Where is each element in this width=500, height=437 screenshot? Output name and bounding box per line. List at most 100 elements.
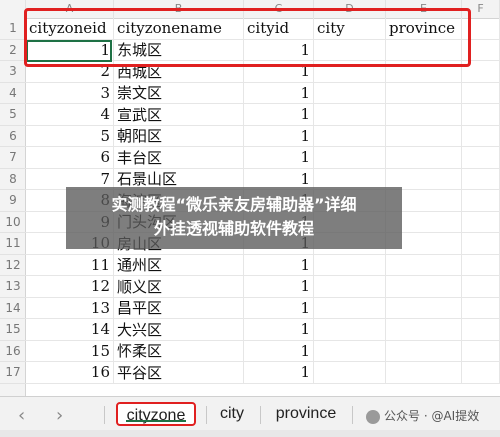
cell-cityzoneid[interactable]: 5 [26, 125, 114, 146]
tab-divider [352, 406, 353, 424]
cell-cityzoneid[interactable]: 11 [26, 254, 114, 275]
cell-cityzonename[interactable]: 石景山区 [114, 168, 244, 189]
row-number[interactable]: 15 [0, 319, 26, 341]
cell-cityid[interactable]: 1 [244, 340, 314, 361]
row-number[interactable]: 12 [0, 255, 26, 276]
cell[interactable] [314, 362, 386, 383]
cell-cityzonename[interactable]: 朝阳区 [114, 125, 244, 146]
cell[interactable] [462, 82, 500, 103]
cell-cityzonename[interactable]: 昌平区 [114, 297, 244, 318]
cell[interactable] [386, 125, 462, 146]
tab-label: province [275, 405, 337, 422]
cell[interactable] [462, 211, 500, 232]
cell[interactable] [314, 340, 386, 361]
chevron-right-icon[interactable]: › [56, 405, 63, 426]
row-number[interactable]: 10 [0, 212, 26, 233]
cell[interactable] [386, 168, 462, 189]
cell[interactable] [314, 125, 386, 146]
cell-cityzoneid[interactable]: 3 [26, 82, 114, 103]
cell[interactable] [462, 254, 500, 275]
cell-cityzonename[interactable]: 丰台区 [114, 147, 244, 168]
cell-cityzoneid[interactable]: 12 [26, 276, 114, 297]
cell[interactable] [386, 254, 462, 275]
row-number[interactable]: 2 [0, 40, 26, 61]
cell-cityid[interactable]: 1 [244, 147, 314, 168]
cell[interactable] [386, 319, 462, 340]
row-number[interactable]: 1 [0, 18, 26, 40]
cell[interactable] [314, 147, 386, 168]
cell-cityzonename[interactable]: 通州区 [114, 254, 244, 275]
cell-cityzoneid[interactable]: 7 [26, 168, 114, 189]
cell[interactable] [314, 276, 386, 297]
cell[interactable] [462, 340, 500, 361]
cell-cityzoneid[interactable]: 16 [26, 362, 114, 383]
tab-city[interactable]: city [212, 402, 252, 426]
cell[interactable] [462, 297, 500, 318]
cell-cityid[interactable]: 1 [244, 104, 314, 125]
cell[interactable] [462, 125, 500, 146]
cell-cityzoneid[interactable]: 4 [26, 104, 114, 125]
cell-cityzonename[interactable]: 平谷区 [114, 362, 244, 383]
cell[interactable] [314, 104, 386, 125]
cell[interactable] [314, 254, 386, 275]
select-all-corner[interactable] [0, 0, 26, 18]
cell[interactable] [314, 82, 386, 103]
cell[interactable] [462, 233, 500, 254]
cell[interactable] [314, 319, 386, 340]
cell[interactable] [462, 168, 500, 189]
cell-cityzonename[interactable]: 宣武区 [114, 104, 244, 125]
cell-cityzoneid[interactable]: 14 [26, 319, 114, 340]
watermark: 公众号 · @AI提效 [366, 407, 479, 424]
tab-cityzone[interactable]: cityzone [116, 402, 196, 426]
row-number[interactable]: 17 [0, 362, 26, 384]
bottom-scroll-strip[interactable] [0, 430, 500, 437]
cell-cityid[interactable]: 1 [244, 82, 314, 103]
row-number[interactable]: 4 [0, 83, 26, 104]
cell[interactable] [314, 168, 386, 189]
cell[interactable] [386, 297, 462, 318]
table-row: 4 宣武区 1 [26, 104, 500, 126]
cell-cityid[interactable]: 1 [244, 254, 314, 275]
cell[interactable] [386, 276, 462, 297]
row-number[interactable]: 16 [0, 341, 26, 362]
table-row: 14 大兴区 1 [26, 319, 500, 341]
cell-cityid[interactable]: 1 [244, 168, 314, 189]
row-number[interactable]: 13 [0, 276, 26, 298]
row-number[interactable]: 5 [0, 104, 26, 126]
cell-cityzoneid[interactable]: 15 [26, 340, 114, 361]
tab-divider [206, 406, 207, 424]
cell-cityid[interactable]: 1 [244, 125, 314, 146]
cell[interactable] [386, 82, 462, 103]
chevron-left-icon[interactable]: ‹ [18, 405, 25, 426]
cell-cityzoneid[interactable]: 6 [26, 147, 114, 168]
cell[interactable] [462, 190, 500, 211]
cell[interactable] [314, 297, 386, 318]
cell-cityid[interactable]: 1 [244, 276, 314, 297]
cell[interactable] [462, 276, 500, 297]
cell-cityid[interactable]: 1 [244, 362, 314, 383]
cell[interactable] [386, 362, 462, 383]
tab-province[interactable]: province [266, 402, 346, 426]
cell[interactable] [386, 340, 462, 361]
cell[interactable] [462, 104, 500, 125]
active-tab-underline [126, 420, 186, 422]
cell-cityzoneid[interactable]: 13 [26, 297, 114, 318]
cell-cityid[interactable]: 1 [244, 319, 314, 340]
cell[interactable] [386, 104, 462, 125]
row-number[interactable]: 6 [0, 126, 26, 147]
row-number[interactable]: 7 [0, 147, 26, 169]
cell[interactable] [386, 147, 462, 168]
row-number[interactable]: 8 [0, 169, 26, 190]
row-number[interactable]: 11 [0, 233, 26, 255]
row-number[interactable]: 3 [0, 61, 26, 83]
cell[interactable] [462, 362, 500, 383]
cell-cityzonename[interactable]: 大兴区 [114, 319, 244, 340]
cell-cityzonename[interactable]: 崇文区 [114, 82, 244, 103]
cell-cityzonename[interactable]: 顺义区 [114, 276, 244, 297]
cell-cityzonename[interactable]: 怀柔区 [114, 340, 244, 361]
cell[interactable] [462, 147, 500, 168]
row-number[interactable]: 9 [0, 190, 26, 212]
cell-cityid[interactable]: 1 [244, 297, 314, 318]
cell[interactable] [462, 319, 500, 340]
row-number[interactable]: 14 [0, 298, 26, 319]
